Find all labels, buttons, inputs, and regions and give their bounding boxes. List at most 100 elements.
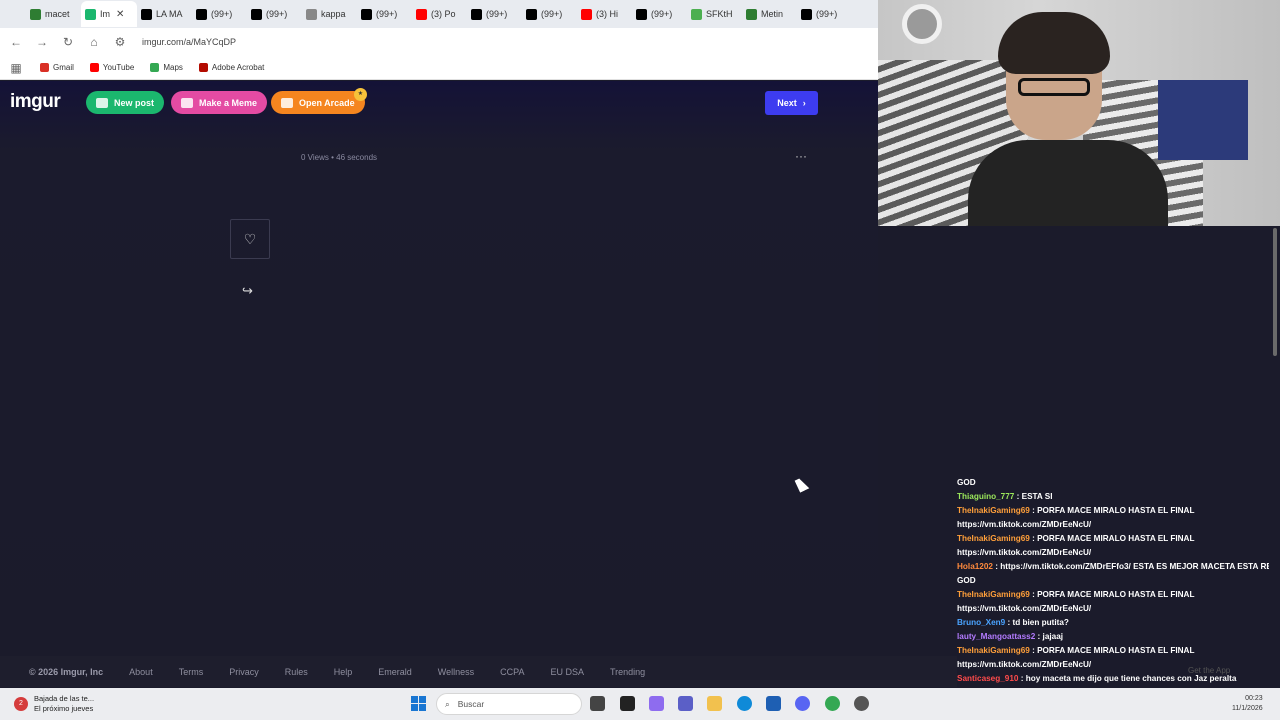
browser-tab[interactable]: SFKtH <box>687 1 742 27</box>
browser-tab[interactable]: (99+) <box>467 1 522 27</box>
store-icon[interactable] <box>766 696 781 711</box>
browser-tab[interactable]: (99+) <box>357 1 412 27</box>
footer-link[interactable]: Terms <box>179 667 204 677</box>
browser-tab[interactable]: (99+) <box>522 1 577 27</box>
bookmark-label: Maps <box>163 63 183 72</box>
footer-link[interactable]: Help <box>334 667 353 677</box>
system-clock[interactable]: 00:23 11/1/2026 <box>1232 694 1263 714</box>
edge-icon[interactable] <box>737 696 752 711</box>
make-meme-button[interactable]: Make a Meme <box>171 91 268 114</box>
chat-text: GOD <box>957 576 976 585</box>
tab-label: (99+) <box>816 9 838 19</box>
chat-message: Thiaguino_777 : ESTA SI <box>957 490 1269 504</box>
back-icon[interactable]: ← <box>8 35 24 49</box>
new-post-button[interactable]: New post <box>86 91 165 114</box>
browser-tab[interactable]: macet <box>26 1 81 27</box>
footer-link[interactable]: Trending <box>610 667 645 677</box>
favorite-heart-icon[interactable]: ♡ <box>230 219 270 259</box>
chat-message: https://vm.tiktok.com/ZMDrEeNcU/ <box>957 518 1269 532</box>
reload-icon[interactable]: ↻ <box>60 35 76 49</box>
browser-tab[interactable]: (99+) <box>192 1 247 27</box>
chat-text: : https://vm.tiktok.com/ZMDrEFfo3/ ESTA … <box>992 562 1269 571</box>
chat-message: GOD <box>957 476 1269 490</box>
browser-tab[interactable]: Im ✕ <box>81 1 137 27</box>
footer-link[interactable]: Privacy <box>229 667 259 677</box>
more-options-icon[interactable]: ··· <box>795 149 807 163</box>
bookmark-favicon-icon <box>89 63 99 72</box>
weather-widget[interactable]: 2 Bajada de las te... El próximo jueves <box>14 694 94 714</box>
share-icon[interactable]: ↪ <box>242 283 253 299</box>
browser-tab[interactable]: (3) Po <box>412 1 467 27</box>
page-scrollbar[interactable] <box>1270 226 1280 686</box>
footer-link[interactable]: About <box>129 667 153 677</box>
tab-favicon-icon <box>361 8 372 20</box>
get-app-link[interactable]: Get the App <box>1188 666 1230 675</box>
scrollbar-thumb[interactable] <box>1273 228 1277 356</box>
home-icon[interactable]: ⌂ <box>86 35 102 49</box>
close-tab-icon[interactable]: ✕ <box>116 9 124 20</box>
footer-link[interactable]: Wellness <box>438 667 474 677</box>
browser-tab[interactable]: Metin <box>742 1 797 27</box>
chrome-icon[interactable] <box>825 696 840 711</box>
copilot-icon[interactable] <box>649 696 664 711</box>
copyright: © 2026 Imgur, Inc <box>29 666 104 677</box>
bookmark-item[interactable]: YouTube <box>89 63 134 72</box>
capcut-icon[interactable] <box>620 696 635 711</box>
bookmark-label: Gmail <box>53 63 74 72</box>
browser-tab[interactable]: (3) Hi <box>577 1 632 27</box>
tab-favicon-icon <box>141 8 152 20</box>
streamer-body <box>968 140 1168 226</box>
obs-icon[interactable] <box>854 696 869 711</box>
taskbar-search[interactable]: ⌕ Buscar <box>436 693 582 715</box>
browser-tab[interactable]: (99+) <box>797 1 852 27</box>
footer-link[interactable]: Emerald <box>378 667 412 677</box>
chevron-right-icon: › <box>802 98 806 108</box>
tab-label: (3) Hi <box>596 9 618 19</box>
open-arcade-label: Open Arcade <box>299 97 355 108</box>
chat-username: TheInakiGaming69 <box>957 506 1030 515</box>
open-arcade-button[interactable]: Open Arcade <box>271 91 365 114</box>
webcam-overlay <box>878 0 1280 226</box>
apps-grid-icon[interactable]: ▦ <box>8 61 24 75</box>
site-info-icon[interactable]: ⚙ <box>112 35 128 49</box>
weather-alert-icon: 2 <box>14 697 28 711</box>
footer-link[interactable]: CCPA <box>500 667 524 677</box>
discord-icon[interactable] <box>795 696 810 711</box>
imgur-logo[interactable]: imgur <box>10 91 61 113</box>
footer-link[interactable]: EU DSA <box>550 667 584 677</box>
footer-link[interactable]: Rules <box>285 667 308 677</box>
meme-icon <box>181 97 193 108</box>
task-view-icon[interactable] <box>590 696 605 711</box>
browser-tab[interactable]: kappa <box>302 1 357 27</box>
chat-text: : PORFA MACE MIRALO HASTA EL FINAL <box>1029 590 1195 599</box>
windows-start-icon[interactable] <box>411 696 426 711</box>
make-meme-label: Make a Meme <box>199 97 258 108</box>
bookmark-item[interactable]: Gmail <box>40 63 74 72</box>
chat-text: : ESTA SI <box>1014 492 1053 501</box>
chat-username: Bruno_Xen9 <box>957 618 1006 627</box>
browser-tab[interactable]: LA MA <box>137 1 192 27</box>
next-button[interactable]: Next › <box>765 91 818 115</box>
bookmark-label: Adobe Acrobat <box>211 63 265 72</box>
forward-icon[interactable]: → <box>34 35 50 49</box>
browser-tab[interactable]: (99+) <box>632 1 687 27</box>
ring-light <box>902 4 942 44</box>
chat-text: https://vm.tiktok.com/ZMDrEeNcU/ <box>957 520 1092 529</box>
chat-message: https://vm.tiktok.com/ZMDrEeNcU/ <box>957 602 1269 616</box>
chat-message: GOD <box>957 574 1269 588</box>
chat-text: : td bien putita? <box>1005 618 1069 627</box>
tab-favicon-icon <box>306 8 317 20</box>
browser-tab[interactable]: (99+) <box>247 1 302 27</box>
bookmark-favicon-icon <box>198 63 208 72</box>
url-field[interactable]: imgur.com/a/MaYCqDP <box>142 37 236 47</box>
tab-label: (99+) <box>211 9 233 19</box>
bookmark-item[interactable]: Maps <box>150 63 183 72</box>
teams-icon[interactable] <box>678 696 693 711</box>
chat-message: lauty_Mangoattass2 : jajaaj <box>957 630 1269 644</box>
bookmark-item[interactable]: Adobe Acrobat <box>198 63 265 72</box>
file-explorer-icon[interactable] <box>707 696 722 711</box>
imgur-footer: © 2026 Imgur, Inc About Terms Privacy Rules… <box>0 656 957 687</box>
search-placeholder: Buscar <box>457 699 485 709</box>
weather-line2: El próximo jueves <box>34 704 94 713</box>
chat-text: https://vm.tiktok.com/ZMDrEeNcU/ <box>957 604 1092 613</box>
